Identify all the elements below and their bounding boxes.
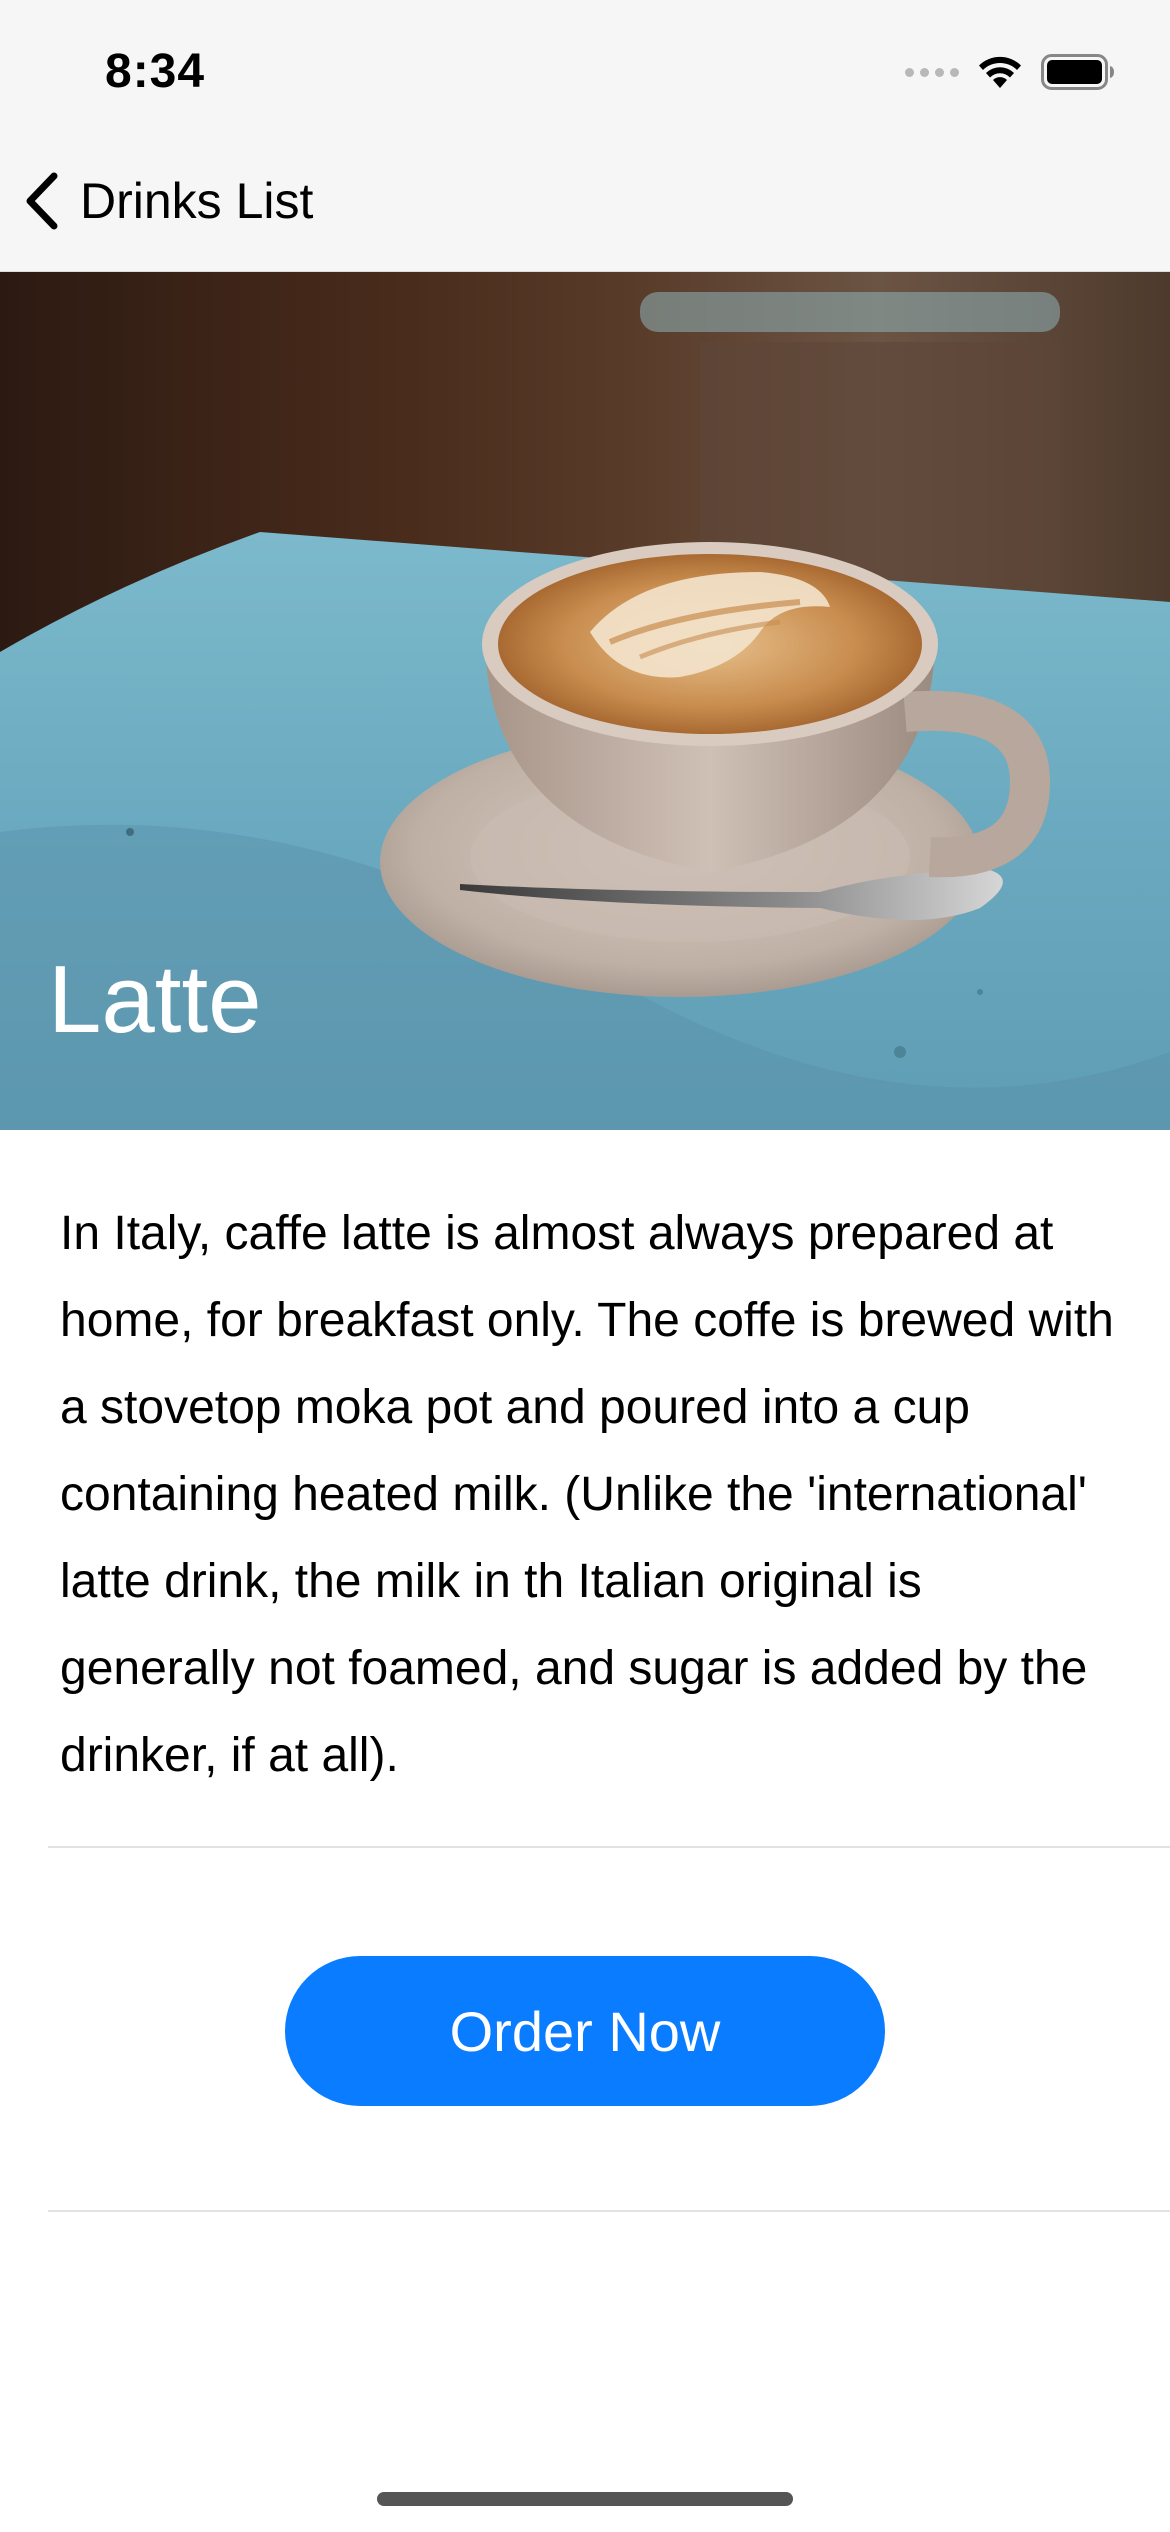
divider bbox=[48, 2210, 1170, 2212]
wifi-icon bbox=[979, 56, 1021, 88]
home-indicator[interactable] bbox=[377, 2492, 793, 2506]
status-icons bbox=[905, 52, 1115, 92]
drink-hero-image: Latte bbox=[0, 272, 1170, 1130]
battery-icon bbox=[1041, 54, 1114, 90]
drink-title: Latte bbox=[48, 946, 262, 1053]
divider bbox=[48, 1846, 1170, 1848]
order-now-button[interactable]: Order Now bbox=[285, 1956, 885, 2106]
chevron-left-icon bbox=[26, 172, 58, 230]
cellular-signal-icon bbox=[905, 67, 959, 77]
back-button-label: Drinks List bbox=[80, 173, 314, 229]
back-button[interactable]: Drinks List bbox=[22, 166, 313, 236]
drink-detail-screen: 8:34 Drinks List Latte In Italy, caffe l… bbox=[0, 0, 1170, 2532]
status-bar: 8:34 bbox=[0, 0, 1170, 140]
navigation-bar: Drinks List bbox=[0, 140, 1170, 272]
drink-description: In Italy, caffe latte is almost always p… bbox=[60, 1207, 1114, 1782]
status-time: 8:34 bbox=[105, 45, 206, 98]
